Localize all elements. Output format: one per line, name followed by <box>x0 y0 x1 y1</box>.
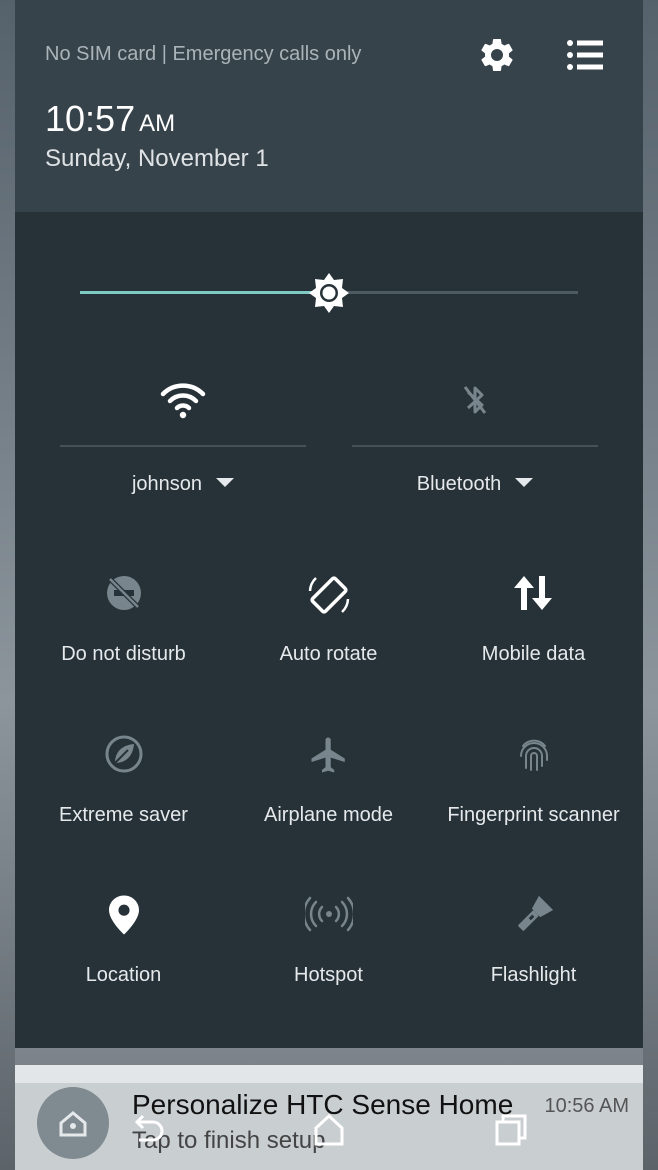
list-menu-icon[interactable] <box>565 35 605 75</box>
tile-label: Fingerprint scanner <box>447 804 620 826</box>
back-icon[interactable] <box>125 1108 169 1152</box>
brightness-thumb-icon[interactable] <box>308 272 350 314</box>
quick-settings-panel: No SIM card | Emergency calls only 10:57… <box>15 0 643 1048</box>
fingerprint-icon <box>431 734 636 778</box>
tile-label: Extreme saver <box>59 804 188 826</box>
airplane-icon <box>226 734 431 778</box>
do-not-disturb-icon <box>21 573 226 617</box>
tile-flashlight[interactable]: Flashlight <box>431 894 636 1014</box>
tile-airplane-mode[interactable]: Airplane mode <box>226 734 431 854</box>
tile-fingerprint-scanner[interactable]: Fingerprint scanner <box>431 734 636 854</box>
navigation-bar <box>0 1100 658 1170</box>
tile-location[interactable]: Location <box>21 894 226 1014</box>
tile-auto-rotate[interactable]: Auto rotate <box>226 573 431 693</box>
bluetooth-label: Bluetooth <box>416 473 502 495</box>
tile-label: Flashlight <box>490 964 577 986</box>
tile-label: Auto rotate <box>279 643 378 665</box>
tile-label: Do not disturb <box>61 643 186 665</box>
wallpaper-left-edge <box>0 0 15 1170</box>
tile-hotspot[interactable]: Hotspot <box>226 894 431 1014</box>
wifi-network-label: johnson <box>131 473 203 495</box>
tile-label: Mobile data <box>481 643 586 665</box>
clock[interactable]: 10:57 AM <box>45 98 175 140</box>
extreme-saver-leaf-icon <box>21 734 226 778</box>
date[interactable]: Sunday, November 1 <box>45 145 269 173</box>
clock-ampm: AM <box>139 110 176 137</box>
bluetooth-off-icon <box>352 380 598 424</box>
notification-top-edge <box>15 1065 643 1083</box>
auto-rotate-icon <box>226 573 431 617</box>
tile-label: Airplane mode <box>264 804 393 826</box>
tile-wifi[interactable]: johnson <box>60 370 306 520</box>
tile-label: Location <box>85 964 162 986</box>
tile-mobile-data[interactable]: Mobile data <box>431 573 636 693</box>
settings-gear-icon[interactable] <box>477 35 517 75</box>
mobile-data-icon <box>431 573 636 617</box>
clock-time: 10:57 <box>45 98 136 139</box>
tile-do-not-disturb[interactable]: Do not disturb <box>21 573 226 693</box>
wifi-dropdown[interactable]: johnson <box>60 473 306 496</box>
wifi-divider <box>60 445 306 447</box>
tile-label: Hotspot <box>294 964 363 986</box>
home-icon[interactable] <box>307 1108 351 1152</box>
carrier-status-text: No SIM card | Emergency calls only <box>45 43 362 65</box>
status-header: No SIM card | Emergency calls only 10:57… <box>15 0 643 212</box>
bluetooth-divider <box>352 445 598 447</box>
wifi-icon <box>60 380 306 424</box>
chevron-down-icon <box>216 478 235 488</box>
flashlight-icon <box>431 894 636 938</box>
wallpaper-right-edge <box>643 0 658 1170</box>
tile-extreme-saver[interactable]: Extreme saver <box>21 734 226 854</box>
tile-bluetooth[interactable]: Bluetooth <box>352 370 598 520</box>
location-pin-icon <box>21 894 226 938</box>
chevron-down-icon <box>515 478 534 488</box>
hotspot-icon <box>226 894 431 938</box>
recents-icon[interactable] <box>489 1108 533 1152</box>
bluetooth-dropdown[interactable]: Bluetooth <box>352 473 598 496</box>
brightness-slider[interactable] <box>80 272 578 314</box>
brightness-fill <box>80 291 329 294</box>
